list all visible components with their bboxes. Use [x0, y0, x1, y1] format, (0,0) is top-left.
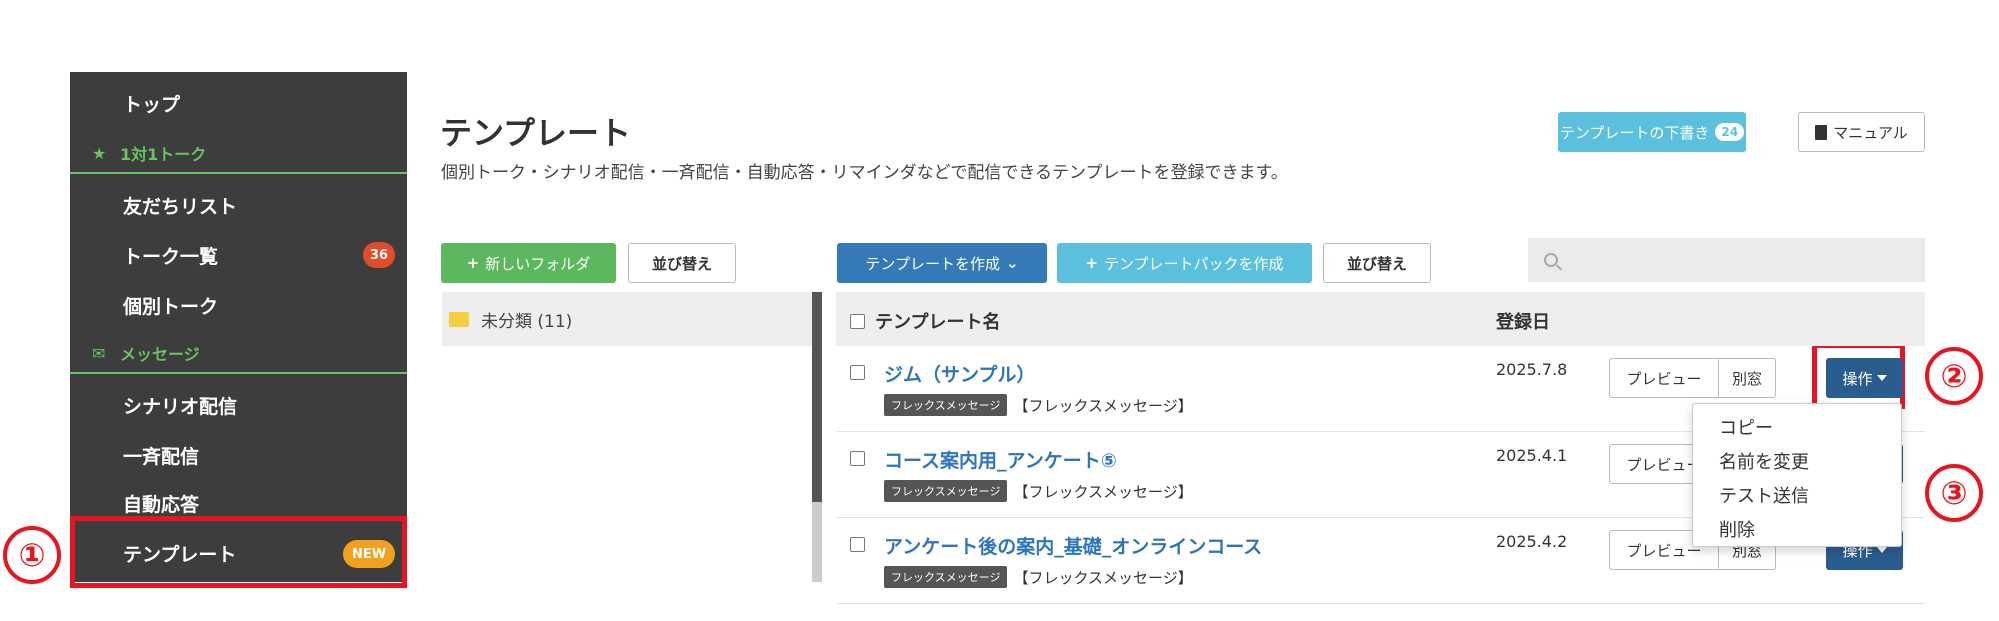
operations-button[interactable]: 操作	[1826, 358, 1903, 398]
draft-button-label: テンプレートの下書き	[1559, 123, 1710, 142]
search-input[interactable]	[1528, 238, 1925, 282]
sidebar-item-friends[interactable]: 友だちリスト	[70, 180, 407, 230]
sidebar-item-label: 一斉配信	[123, 445, 200, 468]
preview-button[interactable]: プレビュー	[1609, 358, 1719, 398]
row-checkbox[interactable]	[850, 451, 865, 466]
sidebar-item-label: トーク一覧	[123, 245, 219, 268]
table-header: テンプレート名 登録日	[836, 292, 1925, 346]
sidebar-section-talk: ★ 1対1トーク	[70, 134, 407, 174]
operations-label: 操作	[1842, 369, 1873, 388]
template-draft-button[interactable]: テンプレートの下書き 24	[1558, 112, 1746, 152]
registered-date: 2025.7.8	[1496, 360, 1568, 379]
folder-item-uncategorized[interactable]: 未分類 (11)	[442, 292, 813, 346]
column-header-date: 登録日	[1496, 312, 1550, 333]
type-tag: フレックスメッセージ	[884, 394, 1008, 416]
create-pack-label: テンプレートパックを作成	[1104, 254, 1284, 273]
sidebar-item-label: 友だちリスト	[123, 195, 238, 218]
column-header-name: テンプレート名	[875, 312, 1001, 333]
create-pack-button[interactable]: + テンプレートパックを作成	[1057, 243, 1312, 283]
sidebar: トップ ★ 1対1トーク 友だちリスト トーク一覧 36 個別トーク ✉ メッセ…	[70, 72, 407, 582]
template-name-link[interactable]: コース案内用_アンケート⑤	[884, 446, 1117, 473]
annotation-number-1: ①	[3, 526, 61, 584]
page-title: テンプレート	[440, 114, 632, 152]
folder-icon	[449, 311, 469, 327]
new-folder-button[interactable]: + 新しいフォルダ	[441, 243, 616, 283]
open-window-button[interactable]: 別窓	[1718, 358, 1776, 398]
caret-down-icon	[1876, 375, 1887, 381]
template-name-link[interactable]: アンケート後の案内_基礎_オンラインコース	[884, 532, 1262, 559]
sidebar-item-scenario[interactable]: シナリオ配信	[70, 380, 407, 430]
sidebar-item-talk-list[interactable]: トーク一覧 36	[70, 230, 407, 280]
manual-button[interactable]: マニュアル	[1798, 112, 1925, 152]
type-label: 【フレックスメッセージ】	[1013, 568, 1193, 587]
registered-date: 2025.4.1	[1496, 446, 1568, 465]
annotation-number-2: ②	[1925, 347, 1983, 405]
menu-item-delete[interactable]: 削除	[1693, 512, 1901, 546]
chevron-down-icon: ⌄	[1005, 254, 1019, 272]
type-label: 【フレックスメッセージ】	[1013, 482, 1193, 501]
star-icon: ★	[92, 143, 107, 163]
create-template-label: テンプレートを作成	[865, 254, 1000, 273]
menu-item-test-send[interactable]: テスト送信	[1693, 478, 1901, 512]
sidebar-item-broadcast[interactable]: 一斉配信	[70, 430, 407, 480]
book-icon	[1815, 124, 1828, 140]
scrollbar-thumb[interactable]	[812, 292, 822, 502]
megaphone-icon: ✉	[92, 343, 106, 363]
caret-down-icon	[1876, 547, 1887, 553]
sidebar-item-label: 個別トーク	[123, 295, 219, 318]
sidebar-section-label: 1対1トーク	[120, 145, 207, 164]
sidebar-item-label: 自動応答	[123, 493, 200, 516]
annotation-number-3: ③	[1925, 464, 1983, 522]
manual-button-label: マニュアル	[1833, 123, 1908, 142]
row-checkbox[interactable]	[850, 365, 865, 380]
type-tag: フレックスメッセージ	[884, 480, 1008, 502]
template-name-link[interactable]: ジム（サンプル）	[884, 360, 1035, 387]
new-folder-label: 新しいフォルダ	[485, 254, 591, 273]
sidebar-item-individual-talk[interactable]: 個別トーク	[70, 280, 407, 330]
search-icon	[1544, 253, 1558, 267]
row-checkbox[interactable]	[850, 537, 865, 552]
folder-panel: 未分類 (11)	[442, 292, 814, 582]
type-tag: フレックスメッセージ	[884, 566, 1008, 588]
highlight-box-template	[70, 516, 407, 588]
menu-item-rename[interactable]: 名前を変更	[1693, 444, 1901, 478]
type-label: 【フレックスメッセージ】	[1013, 396, 1193, 415]
sidebar-item-top[interactable]: トップ	[70, 78, 407, 128]
sidebar-section-message: ✉ メッセージ	[70, 334, 407, 374]
template-sort-button[interactable]: 並び替え	[1323, 243, 1431, 283]
page-subtitle: 個別トーク・シナリオ配信・一斉配信・自動応答・リマインダなどで配信できるテンプレ…	[441, 163, 1288, 183]
operations-dropdown-menu: コピー 名前を変更 テスト送信 削除	[1692, 403, 1902, 547]
folder-label: 未分類 (11)	[481, 311, 573, 332]
sidebar-item-label: トップ	[123, 93, 181, 116]
draft-count-badge: 24	[1715, 123, 1745, 141]
menu-item-copy[interactable]: コピー	[1693, 410, 1901, 444]
select-all-checkbox[interactable]	[850, 313, 865, 329]
unread-count-badge: 36	[363, 242, 395, 268]
registered-date: 2025.4.2	[1496, 532, 1568, 551]
plus-icon: +	[466, 254, 480, 272]
plus-icon: +	[1085, 254, 1098, 272]
create-template-button[interactable]: テンプレートを作成 ⌄	[837, 243, 1047, 283]
sidebar-section-label: メッセージ	[120, 345, 200, 364]
sidebar-item-label: シナリオ配信	[123, 395, 238, 418]
folder-sort-button[interactable]: 並び替え	[628, 243, 736, 283]
